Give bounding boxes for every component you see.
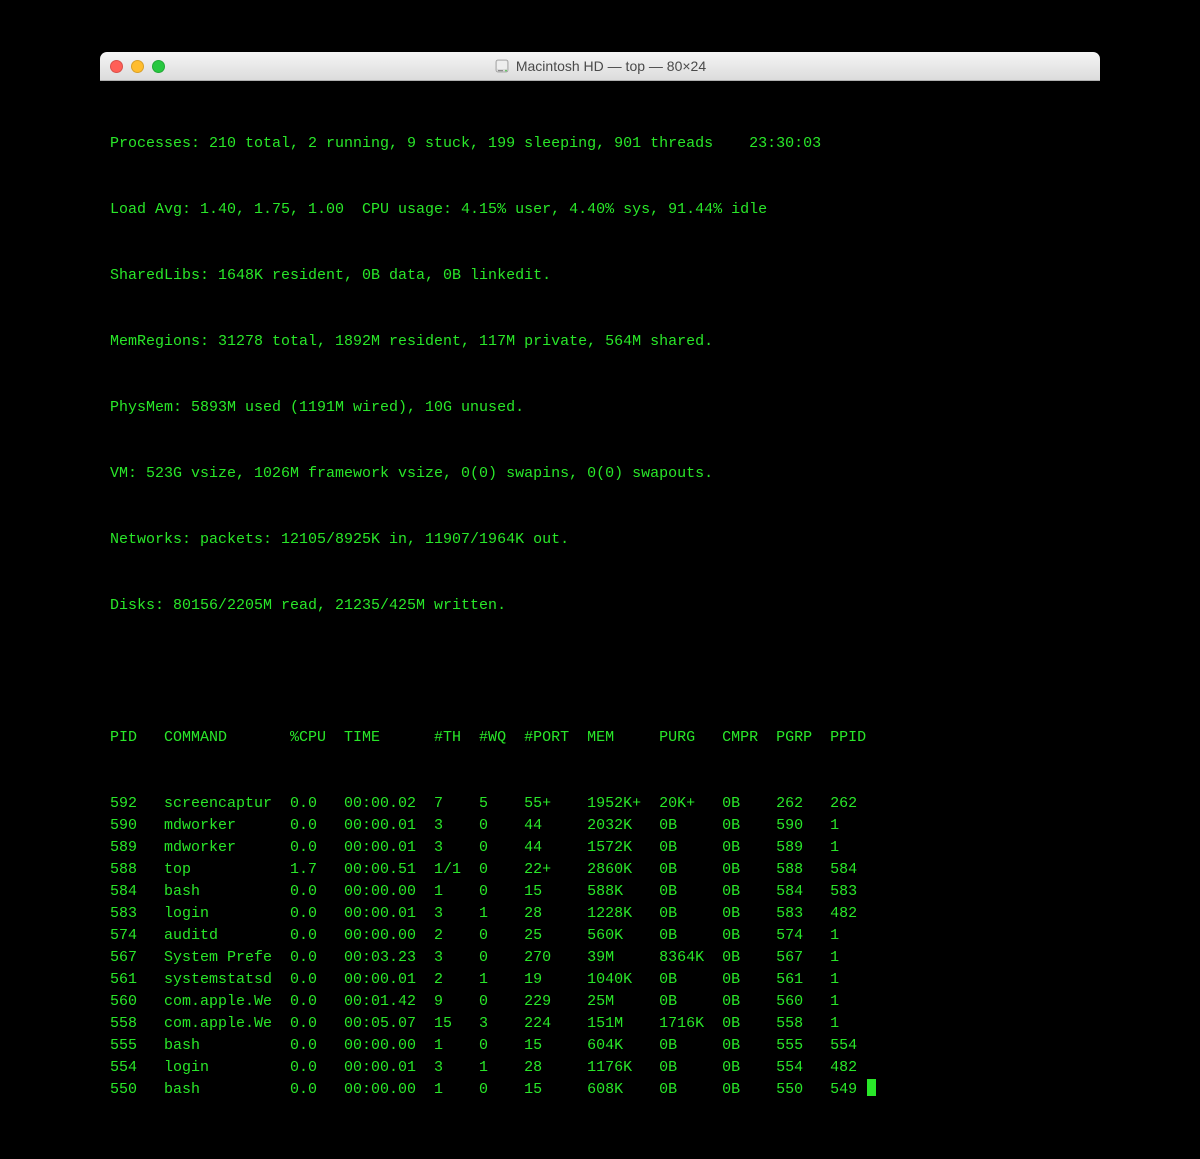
process-row: 550 bash 0.0 00:00.00 1 0 15 608K 0B 0B … bbox=[110, 1079, 1090, 1101]
window-title-text: Macintosh HD — top — 80×24 bbox=[516, 58, 706, 74]
process-row: 567 System Prefe 0.0 00:03.23 3 0 270 39… bbox=[110, 947, 1090, 969]
cursor bbox=[867, 1079, 876, 1096]
process-row: 590 mdworker 0.0 00:00.01 3 0 44 2032K 0… bbox=[110, 815, 1090, 837]
header-sharedlibs: SharedLibs: 1648K resident, 0B data, 0B … bbox=[110, 265, 1090, 287]
process-row: 574 auditd 0.0 00:00.00 2 0 25 560K 0B 0… bbox=[110, 925, 1090, 947]
terminal-window: Macintosh HD — top — 80×24 Processes: 21… bbox=[100, 52, 1100, 1159]
zoom-button[interactable] bbox=[152, 60, 165, 73]
window-titlebar[interactable]: Macintosh HD — top — 80×24 bbox=[100, 52, 1100, 81]
header-loadavg: Load Avg: 1.40, 1.75, 1.00 CPU usage: 4.… bbox=[110, 199, 1090, 221]
process-row: 555 bash 0.0 00:00.00 1 0 15 604K 0B 0B … bbox=[110, 1035, 1090, 1057]
process-row: 589 mdworker 0.0 00:00.01 3 0 44 1572K 0… bbox=[110, 837, 1090, 859]
header-networks: Networks: packets: 12105/8925K in, 11907… bbox=[110, 529, 1090, 551]
disk-icon bbox=[494, 58, 510, 74]
process-table-header: PID COMMAND %CPU TIME #TH #WQ #PORT MEM … bbox=[110, 727, 1090, 749]
process-row: 558 com.apple.We 0.0 00:05.07 15 3 224 1… bbox=[110, 1013, 1090, 1035]
process-row: 592 screencaptur 0.0 00:00.02 7 5 55+ 19… bbox=[110, 793, 1090, 815]
window-title: Macintosh HD — top — 80×24 bbox=[100, 58, 1100, 74]
minimize-button[interactable] bbox=[131, 60, 144, 73]
header-vm: VM: 523G vsize, 1026M framework vsize, 0… bbox=[110, 463, 1090, 485]
process-row: 588 top 1.7 00:00.51 1/1 0 22+ 2860K 0B … bbox=[110, 859, 1090, 881]
terminal-content[interactable]: Processes: 210 total, 2 running, 9 stuck… bbox=[100, 81, 1100, 1159]
header-disks: Disks: 80156/2205M read, 21235/425M writ… bbox=[110, 595, 1090, 617]
process-row: 561 systemstatsd 0.0 00:00.01 2 1 19 104… bbox=[110, 969, 1090, 991]
close-button[interactable] bbox=[110, 60, 123, 73]
process-row: 554 login 0.0 00:00.01 3 1 28 1176K 0B 0… bbox=[110, 1057, 1090, 1079]
blank-line bbox=[110, 661, 1090, 683]
header-memregions: MemRegions: 31278 total, 1892M resident,… bbox=[110, 331, 1090, 353]
header-physmem: PhysMem: 5893M used (1191M wired), 10G u… bbox=[110, 397, 1090, 419]
header-processes: Processes: 210 total, 2 running, 9 stuck… bbox=[110, 133, 1090, 155]
process-row: 584 bash 0.0 00:00.00 1 0 15 588K 0B 0B … bbox=[110, 881, 1090, 903]
traffic-lights bbox=[110, 60, 165, 73]
process-row: 583 login 0.0 00:00.01 3 1 28 1228K 0B 0… bbox=[110, 903, 1090, 925]
process-table-body: 592 screencaptur 0.0 00:00.02 7 5 55+ 19… bbox=[110, 793, 1090, 1101]
process-row: 560 com.apple.We 0.0 00:01.42 9 0 229 25… bbox=[110, 991, 1090, 1013]
